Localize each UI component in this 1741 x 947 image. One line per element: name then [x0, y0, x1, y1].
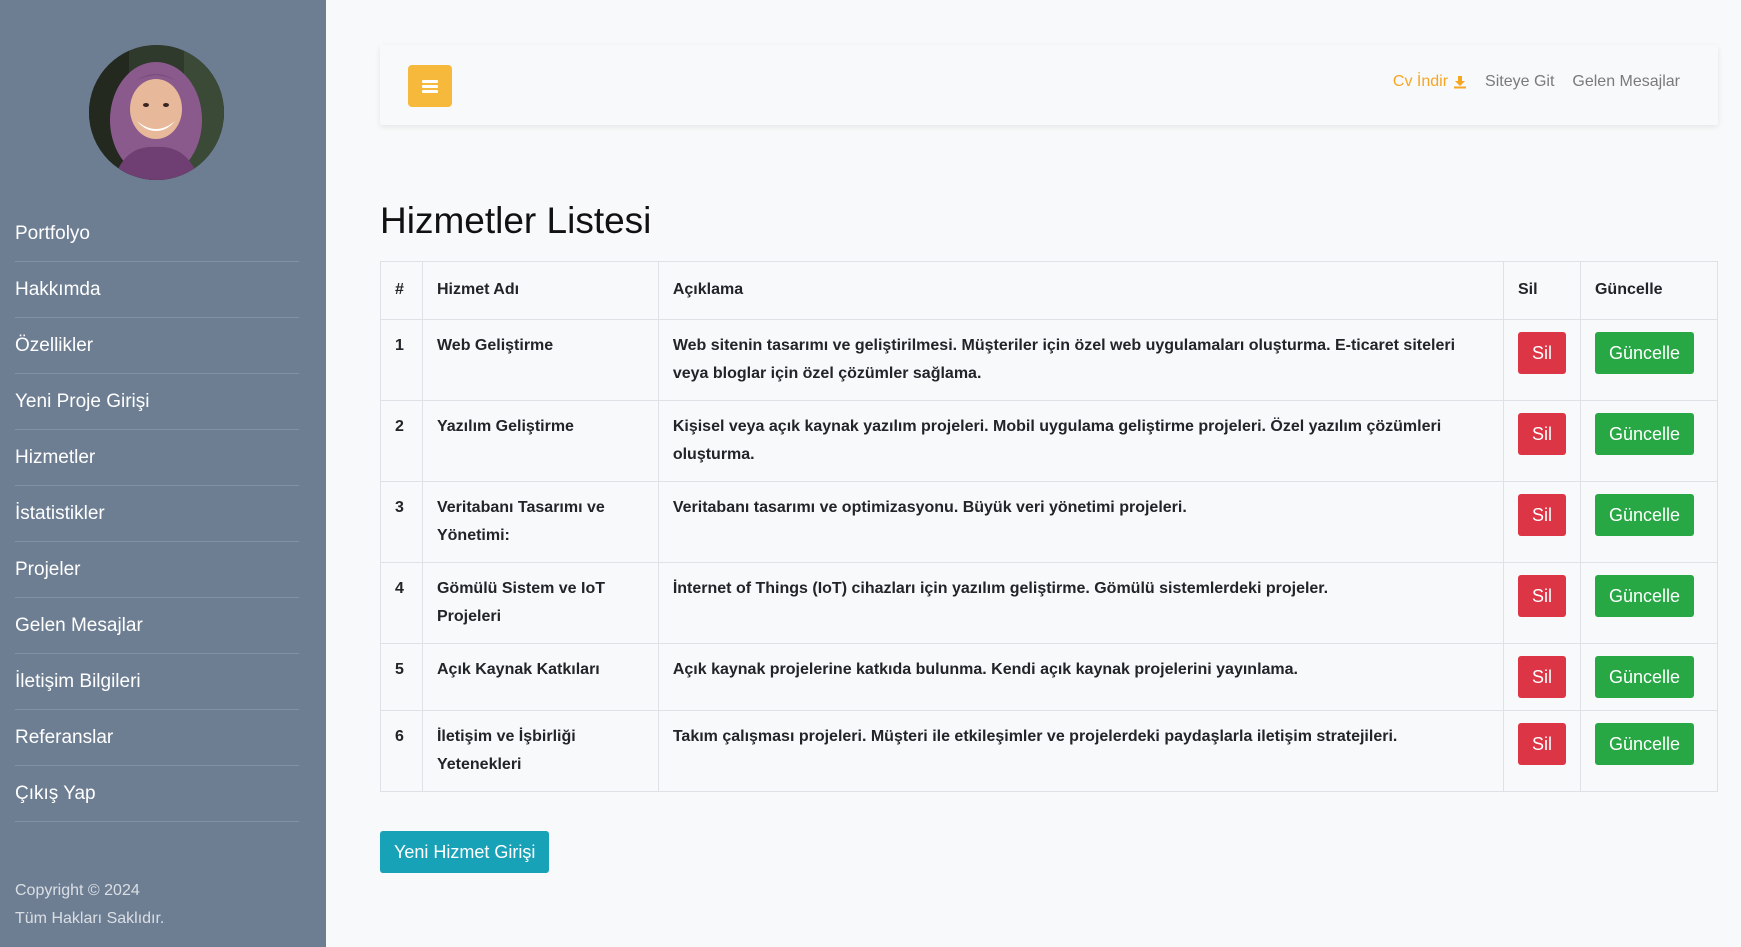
row-update-cell: Güncelle — [1579, 319, 1719, 401]
row-id: 6 — [380, 710, 423, 792]
update-button[interactable]: Güncelle — [1594, 494, 1695, 536]
delete-button[interactable]: Sil — [1517, 494, 1566, 536]
row-description: Web sitenin tasarımı ve geliştirilmesi. … — [657, 319, 1504, 401]
sidebar-item-hizmetler[interactable]: Hizmetler — [15, 430, 299, 486]
sidebar-footer: Copyright © 2024 Tüm Hakları Saklıdır. — [15, 877, 164, 933]
table-row: 3 Veritabanı Tasarımı ve Yönetimi: Verit… — [380, 481, 1719, 563]
row-name: İletişim ve İşbirliği Yetenekleri — [421, 710, 659, 792]
sidebar-item-hakkimda[interactable]: Hakkımda — [15, 262, 299, 318]
table-row: 6 İletişim ve İşbirliği Yetenekleri Takı… — [380, 710, 1719, 792]
row-description: Takım çalışması projeleri. Müşteri ile e… — [657, 710, 1504, 792]
update-button[interactable]: Güncelle — [1594, 575, 1695, 617]
sidebar-item-gelen-mesajlar[interactable]: Gelen Mesajlar — [15, 598, 299, 654]
rights-text: Tüm Hakları Saklıdır. — [15, 910, 165, 927]
top-links: Cv İndir Siteye Git Gelen Mesajlar — [1375, 73, 1680, 91]
update-button[interactable]: Güncelle — [1594, 723, 1695, 765]
row-delete-cell: Sil — [1502, 481, 1581, 563]
row-update-cell: Güncelle — [1579, 400, 1719, 482]
row-update-cell: Güncelle — [1579, 481, 1719, 563]
row-description: Açık kaynak projelerine katkıda bulunma.… — [657, 643, 1504, 711]
table-row: 1 Web Geliştirme Web sitenin tasarımı ve… — [380, 319, 1719, 401]
column-header-delete: Sil — [1502, 261, 1581, 320]
row-name: Açık Kaynak Katkıları — [421, 643, 659, 711]
row-name: Veritabanı Tasarımı ve Yönetimi: — [421, 481, 659, 563]
cv-download-link[interactable]: Cv İndir — [1393, 73, 1467, 91]
services-table: # Hizmet Adı Açıklama Sil Güncelle 1 Web… — [380, 261, 1719, 792]
delete-button[interactable]: Sil — [1517, 656, 1566, 698]
update-button[interactable]: Güncelle — [1594, 656, 1695, 698]
table-row: 4 Gömülü Sistem ve IoT Projeleri İnterne… — [380, 562, 1719, 644]
row-id: 3 — [380, 481, 423, 563]
update-button[interactable]: Güncelle — [1594, 332, 1695, 374]
page-title: Hizmetler Listesi — [380, 200, 652, 241]
row-description: Kişisel veya açık kaynak yazılım projele… — [657, 400, 1504, 482]
profile-avatar — [89, 45, 224, 180]
row-delete-cell: Sil — [1502, 319, 1581, 401]
row-name: Yazılım Geliştirme — [421, 400, 659, 482]
sidebar-item-ozellikler[interactable]: Özellikler — [15, 318, 299, 374]
update-button[interactable]: Güncelle — [1594, 413, 1695, 455]
column-header-id: # — [380, 261, 423, 320]
sidebar-item-cikis[interactable]: Çıkış Yap — [15, 766, 299, 822]
sidebar-nav: Portfolyo Hakkımda Özellikler Yeni Proje… — [15, 206, 299, 822]
row-name: Web Geliştirme — [421, 319, 659, 401]
table-row: 5 Açık Kaynak Katkıları Açık kaynak proj… — [380, 643, 1719, 711]
row-update-cell: Güncelle — [1579, 562, 1719, 644]
row-update-cell: Güncelle — [1579, 643, 1719, 711]
table-row: 2 Yazılım Geliştirme Kişisel veya açık k… — [380, 400, 1719, 482]
row-delete-cell: Sil — [1502, 643, 1581, 711]
download-icon — [1454, 76, 1467, 89]
cv-download-label: Cv İndir — [1392, 73, 1449, 90]
row-delete-cell: Sil — [1502, 562, 1581, 644]
messages-link[interactable]: Gelen Mesajlar — [1572, 73, 1680, 91]
bars-icon — [422, 79, 438, 93]
row-id: 1 — [380, 319, 423, 401]
row-id: 2 — [380, 400, 423, 482]
sidebar-item-referanslar[interactable]: Referanslar — [15, 710, 299, 766]
sidebar-item-yeni-proje[interactable]: Yeni Proje Girişi — [15, 374, 299, 430]
sidebar-toggle-button[interactable] — [408, 65, 452, 107]
top-navbar: Cv İndir Siteye Git Gelen Mesajlar — [380, 45, 1718, 125]
row-delete-cell: Sil — [1502, 400, 1581, 482]
row-description: Veritabanı tasarımı ve optimizasyonu. Bü… — [657, 481, 1504, 563]
delete-button[interactable]: Sil — [1517, 332, 1566, 374]
sidebar: Portfolyo Hakkımda Özellikler Yeni Proje… — [0, 0, 326, 947]
copyright-text: Copyright © 2024 — [15, 882, 140, 899]
row-delete-cell: Sil — [1502, 710, 1581, 792]
go-site-link[interactable]: Siteye Git — [1485, 73, 1554, 91]
sidebar-item-iletisim[interactable]: İletişim Bilgileri — [15, 654, 299, 710]
column-header-update: Güncelle — [1579, 261, 1719, 320]
delete-button[interactable]: Sil — [1517, 723, 1566, 765]
avatar-image — [89, 45, 224, 180]
table-header-row: # Hizmet Adı Açıklama Sil Güncelle — [380, 261, 1719, 320]
sidebar-item-portfolyo[interactable]: Portfolyo — [15, 206, 299, 262]
row-id: 5 — [380, 643, 423, 711]
sidebar-item-istatistikler[interactable]: İstatistikler — [15, 486, 299, 542]
row-update-cell: Güncelle — [1579, 710, 1719, 792]
row-name: Gömülü Sistem ve IoT Projeleri — [421, 562, 659, 644]
new-service-button[interactable]: Yeni Hizmet Girişi — [380, 831, 550, 873]
column-header-name: Hizmet Adı — [421, 261, 659, 320]
delete-button[interactable]: Sil — [1517, 575, 1566, 617]
delete-button[interactable]: Sil — [1517, 413, 1566, 455]
row-description: İnternet of Things (IoT) cihazları için … — [657, 562, 1504, 644]
column-header-description: Açıklama — [657, 261, 1504, 320]
row-id: 4 — [380, 562, 423, 644]
sidebar-item-projeler[interactable]: Projeler — [15, 542, 299, 598]
